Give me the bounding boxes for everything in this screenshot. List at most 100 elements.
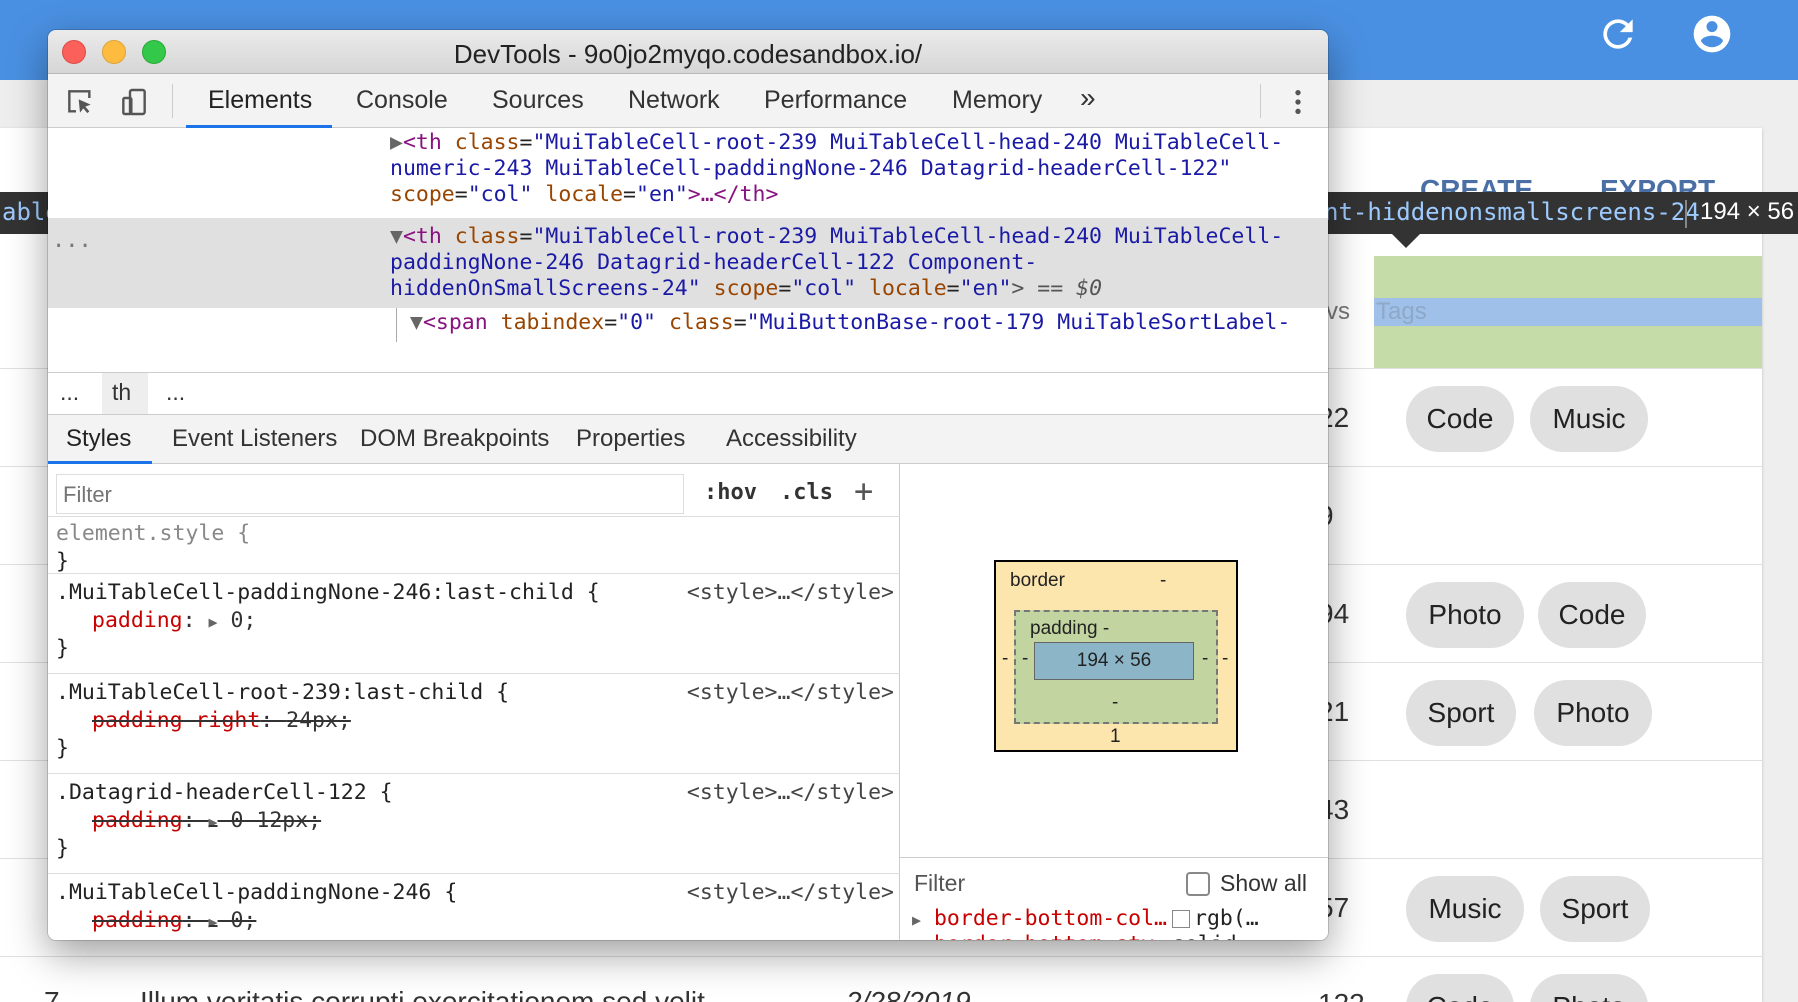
rule-selector[interactable]: .MuiTableCell-paddingNone-246:last-child…: [56, 580, 600, 605]
row-title[interactable]: Illum veritatis corrupti exercitationem …: [140, 986, 705, 1002]
tag-chip[interactable]: Sport: [1406, 680, 1516, 746]
breadcrumb: ... th ...: [48, 372, 1328, 414]
attr-value: "0": [617, 310, 656, 335]
new-style-rule-button[interactable]: +: [854, 472, 873, 510]
tab-event-listeners[interactable]: Event Listeners: [172, 425, 337, 453]
tags-header[interactable]: Tags: [1376, 298, 1427, 326]
property-name: padding: [92, 908, 183, 933]
color-swatch[interactable]: [1172, 910, 1190, 928]
expand-triangle-icon[interactable]: ▶: [912, 937, 921, 940]
tag-chip[interactable]: Photo: [1406, 582, 1524, 648]
breadcrumb-th[interactable]: th: [112, 379, 131, 406]
dom-node-line-selected[interactable]: hiddenOnSmallScreens-24" scope="col" loc…: [390, 276, 1102, 301]
border-right-value[interactable]: -: [1222, 648, 1228, 670]
refresh-icon[interactable]: [1596, 12, 1640, 56]
device-toolbar-icon[interactable]: [118, 86, 150, 118]
computed-value-text: rgb(…: [1194, 906, 1259, 931]
style-declaration-overridden[interactable]: padding: ▶ 0 12px;: [92, 808, 321, 833]
attr-value: "col": [791, 276, 857, 301]
computed-pane: Filter Show all ▶ border-bottom-col… rgb…: [900, 858, 1328, 940]
computed-property-value: rgb(…: [1172, 906, 1259, 931]
dom-node-line-selected[interactable]: paddingNone-246 Datagrid-headerCell-122 …: [390, 250, 1037, 275]
rule-source-link[interactable]: <style>…</style>: [687, 680, 894, 705]
box-model-content[interactable]: 194 × 56: [1034, 642, 1194, 680]
expand-shorthand-icon[interactable]: ▶: [209, 613, 218, 631]
border-top-value[interactable]: -: [1160, 570, 1166, 592]
tab-console[interactable]: Console: [356, 86, 448, 115]
more-tabs-button[interactable]: »: [1080, 82, 1096, 114]
computed-property[interactable]: ▶ border-bottom-col…: [912, 906, 1167, 931]
dom-node-line[interactable]: numeric-243 MuiTableCell-paddingNone-246…: [390, 156, 1231, 181]
rule-source-link[interactable]: <style>…</style>: [687, 880, 894, 905]
padding-right-value[interactable]: -: [1202, 648, 1208, 670]
style-declaration-overridden[interactable]: padding-right: 24px;: [92, 708, 351, 733]
tag-name: <th: [402, 130, 442, 155]
tag-chip[interactable]: Photo: [1534, 680, 1652, 746]
dom-tree: ... ▶<th class="MuiTableCell-root-239 Mu…: [48, 128, 1328, 372]
hov-toggle[interactable]: :hov: [704, 480, 757, 505]
account-icon[interactable]: [1690, 12, 1734, 56]
expand-shorthand-icon[interactable]: ▶: [209, 913, 218, 931]
tab-sources[interactable]: Sources: [492, 86, 584, 115]
computed-filter-input[interactable]: Filter: [914, 870, 965, 897]
node-actions-ellipsis[interactable]: ...: [52, 228, 92, 253]
property-name: padding: [92, 608, 183, 633]
styles-filter-input[interactable]: [63, 481, 663, 509]
tab-performance[interactable]: Performance: [764, 86, 907, 115]
tag-chip[interactable]: Code: [1538, 582, 1646, 648]
padding-bottom-value[interactable]: -: [1112, 692, 1118, 714]
attr-value: "en": [636, 182, 688, 207]
inspect-element-icon[interactable]: [64, 86, 96, 118]
attr-value: numeric-243 MuiTableCell-paddingNone-246…: [390, 156, 1232, 181]
expand-shorthand-icon[interactable]: ▶: [209, 813, 218, 831]
rule-selector[interactable]: element.style {: [56, 521, 250, 546]
attr-value: "MuiTableCell-root-239 MuiTableCell-head…: [532, 224, 1284, 249]
dom-node-line[interactable]: scope="col" locale="en">…</th>: [390, 182, 778, 207]
tab-elements[interactable]: Elements: [208, 86, 312, 115]
breadcrumb-ellipsis[interactable]: ...: [166, 379, 185, 406]
collapse-triangle-icon[interactable]: ▼: [410, 310, 423, 335]
dom-node-line[interactable]: ▶<th class="MuiTableCell-root-239 MuiTab…: [390, 130, 1283, 155]
tag-chip[interactable]: Music: [1530, 386, 1648, 452]
tag-chip[interactable]: Code: [1406, 974, 1514, 1002]
row-id: 7: [44, 986, 60, 1002]
rule-selector[interactable]: .Datagrid-headerCell-122 {: [56, 780, 393, 805]
tooltip-divider: [1685, 200, 1687, 228]
collapse-triangle-icon[interactable]: ▼: [390, 224, 403, 249]
border-left-value[interactable]: -: [1002, 648, 1008, 670]
box-model-pane: border - padding - - - 194 × 56 - - - 1: [900, 464, 1328, 858]
expand-triangle-icon[interactable]: ▶: [390, 130, 403, 155]
border-label: border: [1010, 570, 1065, 591]
tag-chip[interactable]: Music: [1406, 876, 1524, 942]
tab-dom-breakpoints[interactable]: DOM Breakpoints: [360, 425, 549, 453]
cls-toggle[interactable]: .cls: [780, 480, 833, 505]
style-declaration[interactable]: padding: ▶ 0;: [92, 608, 256, 633]
selected-node-marker: > == $0: [1011, 276, 1103, 301]
tab-styles[interactable]: Styles: [66, 425, 131, 453]
tag-chip[interactable]: Sport: [1540, 876, 1650, 942]
tab-network[interactable]: Network: [628, 86, 720, 115]
rule-selector[interactable]: .MuiTableCell-root-239:last-child {: [56, 680, 509, 705]
tag-chip[interactable]: Photo: [1530, 974, 1648, 1002]
tab-properties[interactable]: Properties: [576, 425, 685, 453]
computed-property[interactable]: ▶ border-bottom-sty…: [912, 932, 1167, 940]
rule-close-brace: }: [56, 836, 69, 861]
dom-node-line-selected[interactable]: ▼<th class="MuiTableCell-root-239 MuiTab…: [390, 224, 1283, 249]
border-bottom-value[interactable]: 1: [1110, 726, 1121, 748]
tab-accessibility[interactable]: Accessibility: [726, 425, 857, 453]
partial-header: vs: [1326, 298, 1350, 325]
rule-source-link[interactable]: <style>…</style>: [687, 580, 894, 605]
tab-memory[interactable]: Memory: [952, 86, 1042, 115]
kebab-menu-icon[interactable]: [1282, 86, 1314, 118]
show-all-label[interactable]: Show all: [1220, 870, 1307, 897]
dom-node-line[interactable]: ▼<span tabindex="0" class="MuiButtonBase…: [410, 310, 1290, 335]
show-all-checkbox[interactable]: [1186, 872, 1210, 896]
style-declaration-overridden[interactable]: padding: ▶ 0;: [92, 908, 256, 933]
rule-selector[interactable]: .MuiTableCell-paddingNone-246 {: [56, 880, 457, 905]
padding-left-value[interactable]: -: [1022, 648, 1028, 670]
tag-chip[interactable]: Code: [1406, 386, 1514, 452]
breadcrumb-ellipsis[interactable]: ...: [60, 379, 79, 406]
expand-triangle-icon[interactable]: ▶: [912, 911, 921, 929]
window-title: DevTools - 9o0jo2myqo.codesandbox.io/: [453, 39, 923, 69]
rule-source-link[interactable]: <style>…</style>: [687, 780, 894, 805]
